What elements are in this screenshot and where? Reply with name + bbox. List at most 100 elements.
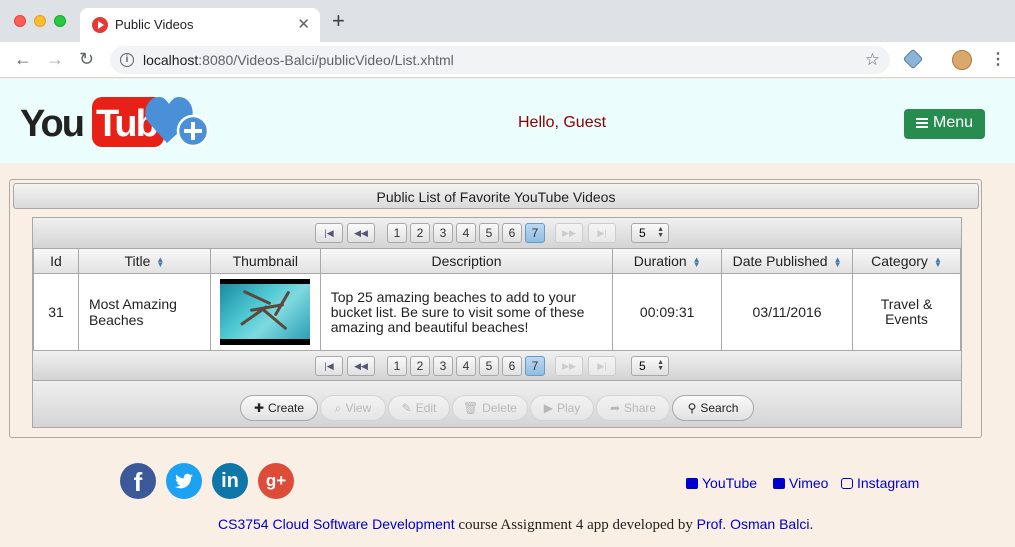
search-button[interactable]: ⚲ Search (672, 395, 754, 421)
back-arrow-icon[interactable]: ← (14, 49, 32, 69)
cell-date-published: 03/11/2016 (721, 272, 853, 352)
footer-period: . (809, 517, 814, 533)
page-button[interactable]: 6 (502, 356, 522, 376)
browser-tab-bar: Public Videos ✕ + (0, 0, 1015, 42)
view-button[interactable]: ⌕ View (320, 395, 386, 421)
play-button[interactable]: ▶ Play (530, 395, 594, 421)
address-bar[interactable]: i localhost:8080/Videos-Balci/publicVide… (110, 46, 890, 74)
delete-button[interactable]: 🗑 Delete (452, 395, 528, 421)
page-button[interactable]: 5 (479, 223, 499, 243)
create-button[interactable]: ✚ Create (240, 395, 318, 421)
first-page-icon[interactable]: |◀ (315, 223, 343, 243)
action-bar: ✚ Create ⌕ View ✎ Edit 🗑 Delete ▶ Play ➦ Share… (33, 381, 961, 427)
info-icon[interactable]: i (120, 53, 134, 67)
page-button[interactable]: 4 (456, 223, 476, 243)
youtube-favicon-icon (92, 17, 108, 33)
page-button[interactable]: 3 (433, 356, 453, 376)
table-header-row: Id Title ▲ ▼ Thumbnail Description Duratio… (33, 249, 961, 274)
table-row[interactable]: 31 Most Amazing Beaches Top 25 amazing b… (33, 272, 961, 352)
rows-per-page-select[interactable]: 5 ▲ ▼ (631, 356, 669, 376)
edit-icon: ✎ (401, 401, 412, 415)
select-arrows-icon: ▲ ▼ (657, 359, 664, 372)
greeting-text: Hello, Guest (518, 114, 607, 131)
page-button[interactable]: 1 (387, 223, 407, 243)
tab-title: Public Videos (115, 17, 194, 32)
first-page-icon[interactable]: |◀ (315, 356, 343, 376)
video-thumbnail-image[interactable] (220, 279, 311, 345)
previous-page-icon[interactable]: ◀◀ (347, 223, 375, 243)
page-button[interactable]: 6 (502, 223, 522, 243)
videos-panel: Public List of Favorite YouTube Videos |… (9, 179, 982, 438)
youtube-play-icon (686, 478, 698, 489)
column-header-category[interactable]: Category ▲ ▼ (852, 249, 961, 274)
bookmark-star-icon[interactable]: ☆ (865, 50, 880, 70)
sort-icon[interactable]: ▲ ▼ (834, 256, 842, 269)
panel-title: Public List of Favorite YouTube Videos (13, 183, 979, 209)
cell-title: Most Amazing Beaches (77, 272, 211, 352)
rows-per-page-select[interactable]: 5 ▲ ▼ (631, 223, 669, 243)
last-page-icon[interactable]: ▶| (588, 223, 616, 243)
last-page-icon[interactable]: ▶| (588, 356, 616, 376)
page-button[interactable]: 2 (410, 356, 430, 376)
instagram-icon (841, 478, 853, 489)
column-header-title[interactable]: Title ▲ ▼ (77, 249, 211, 274)
play-icon: ▶ (543, 401, 553, 415)
logo-you-text: You (20, 103, 85, 145)
browser-tab[interactable]: Public Videos ✕ (80, 8, 320, 42)
footer-middle-text: course Assignment 4 app developed by (454, 517, 697, 533)
cell-description: Top 25 amazing beaches to add to your bu… (319, 272, 614, 352)
google-plus-icon[interactable]: g+ (258, 463, 294, 499)
page-button[interactable]: 2 (410, 223, 430, 243)
column-header-thumbnail: Thumbnail (209, 249, 321, 274)
linkedin-icon[interactable]: in (212, 463, 248, 499)
close-tab-icon[interactable]: ✕ (297, 15, 310, 33)
page-button[interactable]: 4 (456, 356, 476, 376)
menu-label: Menu (933, 114, 974, 131)
profile-avatar[interactable] (952, 50, 972, 70)
minimize-window-button[interactable] (34, 15, 46, 27)
previous-page-icon[interactable]: ◀◀ (347, 356, 375, 376)
instagram-link[interactable]: Instagram (841, 475, 919, 491)
vimeo-link[interactable]: Vimeo (773, 475, 828, 491)
forward-arrow-icon[interactable]: → (46, 49, 64, 69)
share-button[interactable]: ➦ Share (596, 395, 670, 421)
facebook-icon[interactable]: f (120, 463, 156, 499)
magnifier-icon: ⌕ (334, 401, 342, 415)
more-options-icon[interactable]: ⋮ (990, 50, 1006, 70)
course-link[interactable]: CS3754 Cloud Software Development (218, 516, 455, 532)
url-text[interactable]: localhost:8080/Videos-Balci/publicVideo/… (143, 52, 454, 68)
maximize-window-button[interactable] (54, 15, 66, 27)
column-header-duration[interactable]: Duration ▲ ▼ (612, 249, 723, 274)
youtube-link[interactable]: YouTube (686, 475, 757, 491)
sort-icon[interactable]: ▲ ▼ (934, 256, 942, 269)
cell-thumbnail (209, 272, 321, 352)
videos-datatable: |◀ ◀◀ 1 2 3 4 5 6 7 ▶▶ ▶| 5 ▲ ▼ Id Title ▲ ▼… (32, 217, 962, 428)
footer-credits: CS3754 Cloud Software Development course… (218, 516, 813, 534)
next-page-icon[interactable]: ▶▶ (555, 223, 583, 243)
twitter-icon[interactable] (166, 463, 202, 499)
cell-duration: 00:09:31 (612, 272, 723, 352)
app-header: You Tube Hello, Guest Menu (0, 79, 1015, 163)
cell-category: Travel & Events (852, 272, 961, 352)
column-header-id: Id (33, 249, 79, 274)
current-page-button[interactable]: 7 (525, 223, 545, 243)
close-window-button[interactable] (14, 15, 26, 27)
sort-icon[interactable]: ▲ ▼ (156, 256, 164, 269)
paginator-top: |◀ ◀◀ 1 2 3 4 5 6 7 ▶▶ ▶| 5 ▲ ▼ (33, 218, 961, 249)
edit-button[interactable]: ✎ Edit (388, 395, 450, 421)
page-button[interactable]: 1 (387, 356, 407, 376)
page-button[interactable]: 3 (433, 223, 453, 243)
current-page-button[interactable]: 7 (525, 356, 545, 376)
author-link[interactable]: Prof. Osman Balci (697, 516, 810, 532)
next-page-icon[interactable]: ▶▶ (555, 356, 583, 376)
search-icon: ⚲ (687, 401, 697, 415)
reload-icon[interactable]: ↻ (79, 49, 94, 69)
trash-icon: 🗑 (463, 401, 479, 415)
column-header-description: Description (319, 249, 614, 274)
select-arrows-icon: ▲ ▼ (657, 226, 664, 239)
sort-icon[interactable]: ▲ ▼ (693, 256, 701, 269)
page-button[interactable]: 5 (479, 356, 499, 376)
column-header-date-published[interactable]: Date Published ▲ ▼ (721, 249, 853, 274)
new-tab-button[interactable]: + (332, 10, 345, 32)
menu-button[interactable]: Menu (904, 109, 985, 139)
